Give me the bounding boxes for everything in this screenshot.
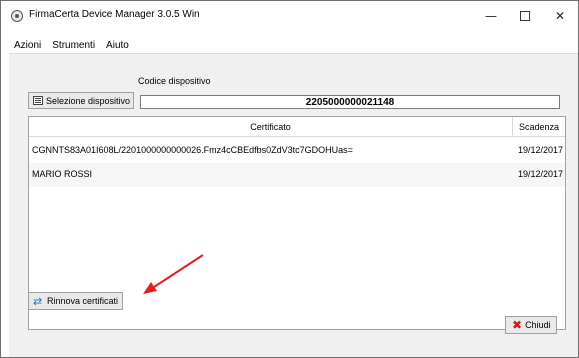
maximize-icon [520,11,530,21]
app-window: FirmaCerta Device Manager 3.0.5 Win — ✕ … [0,0,579,358]
chiudi-label: Chiudi [525,320,551,330]
list-icon [33,96,43,105]
app-logo-icon [11,10,23,22]
certificato-cell: MARIO ROSSI [32,169,93,179]
codice-dispositivo-field[interactable]: 2205000000021148 [140,95,560,109]
refresh-icon: ⇄ [33,294,43,308]
title-bar[interactable]: FirmaCerta Device Manager 3.0.5 Win — ✕ [1,1,578,31]
menu-bar: Azioni Strumenti Aiuto [1,37,578,53]
menu-strumenti[interactable]: Strumenti [52,40,95,51]
scadenza-cell: 19/12/2017 [517,169,563,179]
column-header-scadenza[interactable]: Scadenza [513,117,565,137]
codice-dispositivo-label: Codice dispositivo [138,76,211,86]
selezione-dispositivo-button[interactable]: Selezione dispositivo [28,92,134,109]
table-row[interactable]: MARIO ROSSI 19/12/2017 [29,163,565,187]
column-header-certificato[interactable]: Certificato [29,117,513,137]
main-panel: Codice dispositivo Selezione dispositivo… [9,53,578,357]
close-window-button[interactable]: ✕ [538,1,579,31]
certificato-cell: CGNNTS83A01I608L/2201000000000026.Fmz4cC… [32,145,353,155]
rinnova-certificati-button[interactable]: ⇄ Rinnova certificati [28,292,123,310]
red-x-icon: ✖ [512,318,523,332]
chiudi-button[interactable]: ✖ Chiudi [505,316,557,334]
window-title: FirmaCerta Device Manager 3.0.5 Win [29,9,200,20]
selezione-dispositivo-label: Selezione dispositivo [46,95,131,106]
menu-aiuto[interactable]: Aiuto [106,40,129,51]
rinnova-certificati-label: Rinnova certificati [47,296,119,306]
menu-azioni[interactable]: Azioni [14,40,41,51]
scadenza-cell: 19/12/2017 [517,145,563,155]
table-row[interactable]: CGNNTS83A01I608L/2201000000000026.Fmz4cC… [29,139,565,163]
